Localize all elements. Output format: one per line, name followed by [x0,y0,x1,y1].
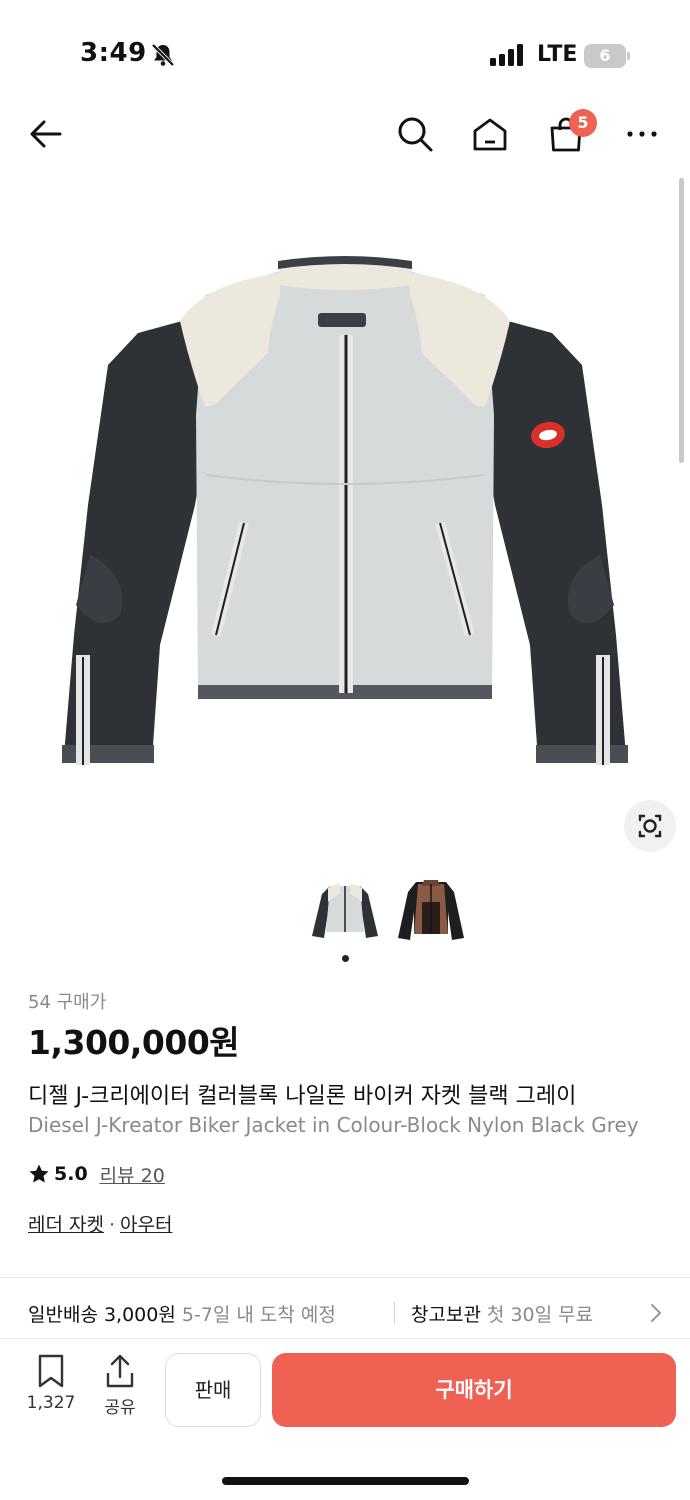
share-icon [106,1354,134,1388]
battery-icon: 6 [584,44,630,68]
back-arrow-icon[interactable] [26,114,66,154]
product-image[interactable] [0,175,690,855]
chevron-right-icon [651,1304,661,1322]
shipping-info: 5-7일 내 도착 예정 [181,1304,336,1326]
bottom-action-bar: 1,327 공유 판매 구매하기 [0,1338,690,1438]
category-separator: · [108,1214,116,1236]
bell-off-icon [151,43,175,67]
status-time: 3:49 [80,38,147,68]
visual-search-button[interactable] [624,800,676,852]
more-icon[interactable] [622,114,662,154]
lens-icon [638,814,662,838]
cart-count-badge: 5 [569,109,597,137]
status-bar: 3:49 LTE 6 [0,0,690,110]
star-icon [29,1164,49,1183]
shipping-divider [394,1302,395,1324]
product-price: 1,300,000원 [28,1023,240,1062]
battery-level: 6 [599,46,611,65]
section-divider [0,1277,690,1278]
thumbnail-2[interactable] [394,872,468,946]
thumbnail-1[interactable] [308,872,382,946]
sell-button[interactable]: 판매 [165,1353,261,1427]
review-link[interactable]: 리뷰 20 [100,1161,165,1188]
network-type: LTE [537,42,578,67]
bookmark-button[interactable]: 1,327 [23,1353,79,1413]
storage-option: 창고보관 첫 30일 무료 [411,1300,593,1327]
share-button[interactable]: 공유 [92,1353,148,1418]
search-icon[interactable] [395,114,435,154]
image-scroll-indicator [679,178,684,463]
rating-score: 5.0 [54,1163,88,1185]
share-label: 공유 [104,1398,136,1418]
product-name-ko: 디젤 J-크리에이터 컬러블록 나일론 바이커 자켓 블랙 그레이 [28,1084,577,1109]
category-link-leather-jacket[interactable]: 레더 자켓 [28,1214,104,1236]
storage-label: 창고보관 [411,1304,481,1326]
carousel-dot-active [342,955,349,962]
rating-row: 5.0 리뷰 20 [28,1160,165,1188]
signal-icon [490,44,526,66]
category-link-outer[interactable]: 아우터 [120,1214,172,1236]
storage-info: 첫 30일 무료 [486,1304,594,1326]
shipping-label: 일반배송 3,000원 [28,1304,176,1326]
category-breadcrumb: 레더 자켓 · 아우터 [28,1210,172,1237]
image-thumbnails [0,872,690,948]
bookmark-count: 1,327 [26,1393,76,1413]
product-name-en: Diesel J-Kreator Biker Jacket in Colour-… [28,1113,639,1137]
buy-button[interactable]: 구매하기 [272,1353,676,1427]
home-icon[interactable] [470,114,510,154]
shipping-row[interactable]: 일반배송 3,000원 5-7일 내 도착 예정 창고보관 첫 30일 무료 [28,1300,668,1326]
purchase-count: 54 구매가 [28,992,107,1013]
home-indicator [222,1477,469,1485]
bookmark-icon [38,1354,64,1388]
